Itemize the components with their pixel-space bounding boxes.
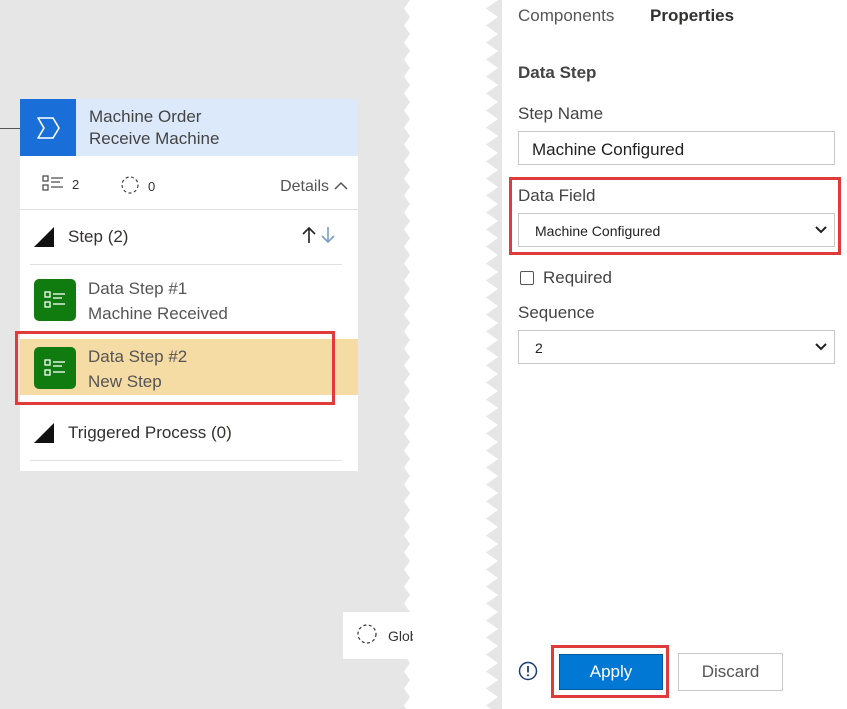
- divider: [30, 264, 342, 265]
- data-step-icon: [34, 279, 76, 321]
- discard-button[interactable]: Discard: [678, 653, 783, 691]
- step-name-input[interactable]: Machine Configured: [518, 131, 835, 165]
- connector-line: [0, 128, 20, 129]
- step-subtitle: Machine Received: [88, 304, 228, 323]
- highlight-box-step: [15, 331, 335, 405]
- tab-components[interactable]: Components: [518, 6, 614, 26]
- sequence-value: 2: [535, 340, 543, 356]
- steps-section-header[interactable]: Step (2): [34, 222, 128, 252]
- step-name-label: Step Name: [518, 104, 604, 123]
- highlight-box-apply: [551, 645, 669, 698]
- global-tab-label: Glob: [388, 627, 413, 644]
- divider: [30, 460, 342, 461]
- tab-properties[interactable]: Properties: [650, 6, 734, 26]
- required-label: Required: [543, 268, 612, 287]
- required-checkbox-row[interactable]: Required: [520, 268, 612, 288]
- separator-gap: [420, 0, 474, 709]
- required-checkbox[interactable]: [520, 271, 534, 285]
- info-icon[interactable]: [518, 661, 538, 686]
- properties-panel: Components Properties Data Step Step Nam…: [502, 0, 847, 709]
- stage-meta-row: 2 0 Details: [20, 161, 358, 207]
- stage-title: Machine Order: [89, 107, 202, 126]
- stage-header[interactable]: Machine Order Receive Machine: [20, 99, 358, 156]
- processes-count: 0: [148, 179, 156, 194]
- move-up-icon[interactable]: [301, 226, 317, 249]
- chevron-up-icon: [334, 178, 348, 196]
- details-toggle[interactable]: Details: [280, 178, 348, 196]
- panel-title: Data Step: [518, 63, 597, 82]
- list-icon: [42, 175, 64, 194]
- steps-count: 2: [72, 177, 80, 192]
- process-canvas[interactable]: Machine Order Receive Machine 2 0 Detail…: [0, 0, 410, 709]
- process-icon: [356, 623, 378, 648]
- collapse-triangle-icon: [34, 423, 54, 443]
- steps-section-label: Step (2): [68, 227, 129, 246]
- triggered-section-header[interactable]: Triggered Process (0): [34, 418, 232, 448]
- sequence-label: Sequence: [518, 303, 595, 322]
- processes-count-indicator: 0: [120, 175, 155, 198]
- stage-card[interactable]: Machine Order Receive Machine 2 0 Detail…: [20, 99, 358, 471]
- process-icon: [120, 175, 140, 198]
- move-down-icon[interactable]: [320, 226, 336, 249]
- stage-chevron-icon: [20, 99, 76, 156]
- divider: [20, 209, 358, 210]
- stage-subtitle: Receive Machine: [89, 129, 220, 148]
- reorder-arrows: [301, 226, 336, 249]
- triggered-section-label: Triggered Process (0): [68, 423, 232, 442]
- step-title: Data Step #1: [88, 279, 188, 298]
- collapse-triangle-icon: [34, 227, 54, 247]
- chevron-down-icon: [814, 339, 828, 356]
- torn-edge-right: [486, 0, 504, 709]
- step-item-1[interactable]: Data Step #1 Machine Received: [20, 271, 358, 327]
- sequence-select[interactable]: 2: [518, 330, 835, 364]
- highlight-box-data-field: [509, 177, 841, 255]
- details-label: Details: [280, 178, 329, 195]
- steps-count-indicator: 2: [42, 175, 79, 194]
- global-process-tab[interactable]: Glob: [343, 612, 413, 659]
